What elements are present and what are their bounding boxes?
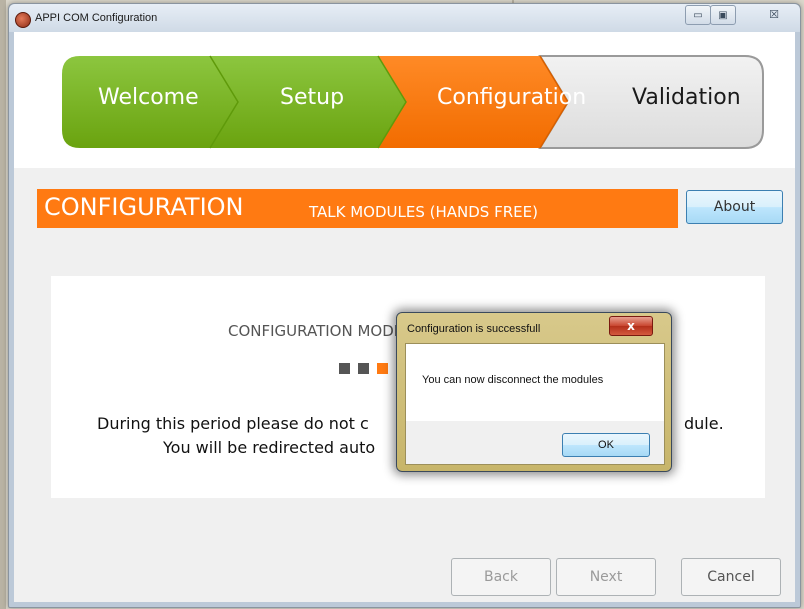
success-dialog: Configuration is successfull x You can n… <box>396 312 672 472</box>
dialog-body: You can now disconnect the modules OK <box>405 343 665 465</box>
section-banner: CONFIGURATION TALK MODULES (HANDS FREE) <box>37 189 678 228</box>
minimize-icon: ▭ <box>693 9 703 21</box>
window-title: APPI COM Configuration <box>35 12 158 24</box>
wizard-steps: Welcome Setup Configuration Validation <box>60 54 765 150</box>
step-welcome-label: Welcome <box>98 85 199 110</box>
redirect-text: You will be redirected auto <box>163 438 376 457</box>
close-button[interactable]: ☒ <box>753 5 795 23</box>
title-bar[interactable]: APPI COM Configuration ▭ ▣ ☒ <box>9 4 800 32</box>
banner-title: CONFIGURATION <box>44 193 244 221</box>
close-icon: x <box>627 319 635 333</box>
banner-subtitle: TALK MODULES (HANDS FREE) <box>309 203 538 221</box>
close-icon: ☒ <box>769 7 779 21</box>
about-button[interactable]: About <box>686 190 783 224</box>
next-button[interactable]: Next <box>556 558 656 596</box>
app-icon <box>15 12 31 28</box>
configuration-mode-text: CONFIGURATION MODE <box>228 322 403 340</box>
minimize-button[interactable]: ▭ <box>685 5 711 25</box>
progress-dot-active <box>377 363 388 374</box>
warning-text-left: During this period please do not c <box>97 414 369 433</box>
dialog-title: Configuration is successfull <box>407 323 541 335</box>
step-validation-label: Validation <box>632 85 741 110</box>
progress-dot <box>358 363 369 374</box>
progress-dots <box>339 363 388 374</box>
dialog-close-button[interactable]: x <box>609 316 653 336</box>
ok-button[interactable]: OK <box>562 433 650 457</box>
warning-text-right: dule. <box>684 414 724 433</box>
dialog-message: You can now disconnect the modules <box>422 374 604 386</box>
cancel-button[interactable]: Cancel <box>681 558 781 596</box>
step-setup-label: Setup <box>280 85 345 110</box>
app-window: APPI COM Configuration ▭ ▣ ☒ Welcome Set… <box>8 3 801 608</box>
maximize-button[interactable]: ▣ <box>710 5 736 25</box>
step-configuration-label: Configuration <box>437 85 587 110</box>
back-button[interactable]: Back <box>451 558 551 596</box>
maximize-icon: ▣ <box>718 9 728 21</box>
wizard-header: Welcome Setup Configuration Validation <box>14 32 795 168</box>
dialog-footer: OK <box>406 421 664 464</box>
progress-dot <box>339 363 350 374</box>
